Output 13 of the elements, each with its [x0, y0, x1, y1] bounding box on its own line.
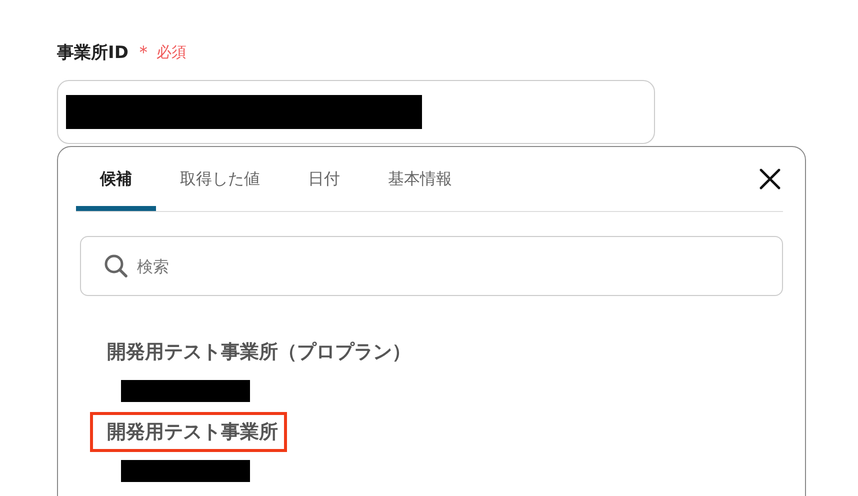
tab[interactable]: 候補 — [76, 147, 156, 211]
close-button[interactable] — [757, 166, 783, 192]
id-input-field[interactable] — [57, 80, 655, 144]
tab[interactable]: 取得した値 — [156, 147, 284, 211]
required-mark: ＊ — [134, 41, 152, 64]
tab[interactable]: 日付 — [284, 147, 364, 211]
tab[interactable]: 基本情報 — [364, 147, 476, 211]
option-item[interactable]: 開発用テスト事業所（プロプラン） — [90, 332, 420, 372]
search-icon — [104, 254, 128, 278]
option-item[interactable]: 開発用テスト事業所 — [90, 412, 287, 452]
field-label: 事業所ID — [57, 42, 128, 64]
required-text: 必須 — [156, 42, 186, 62]
search-field[interactable]: 検索 — [80, 236, 783, 296]
